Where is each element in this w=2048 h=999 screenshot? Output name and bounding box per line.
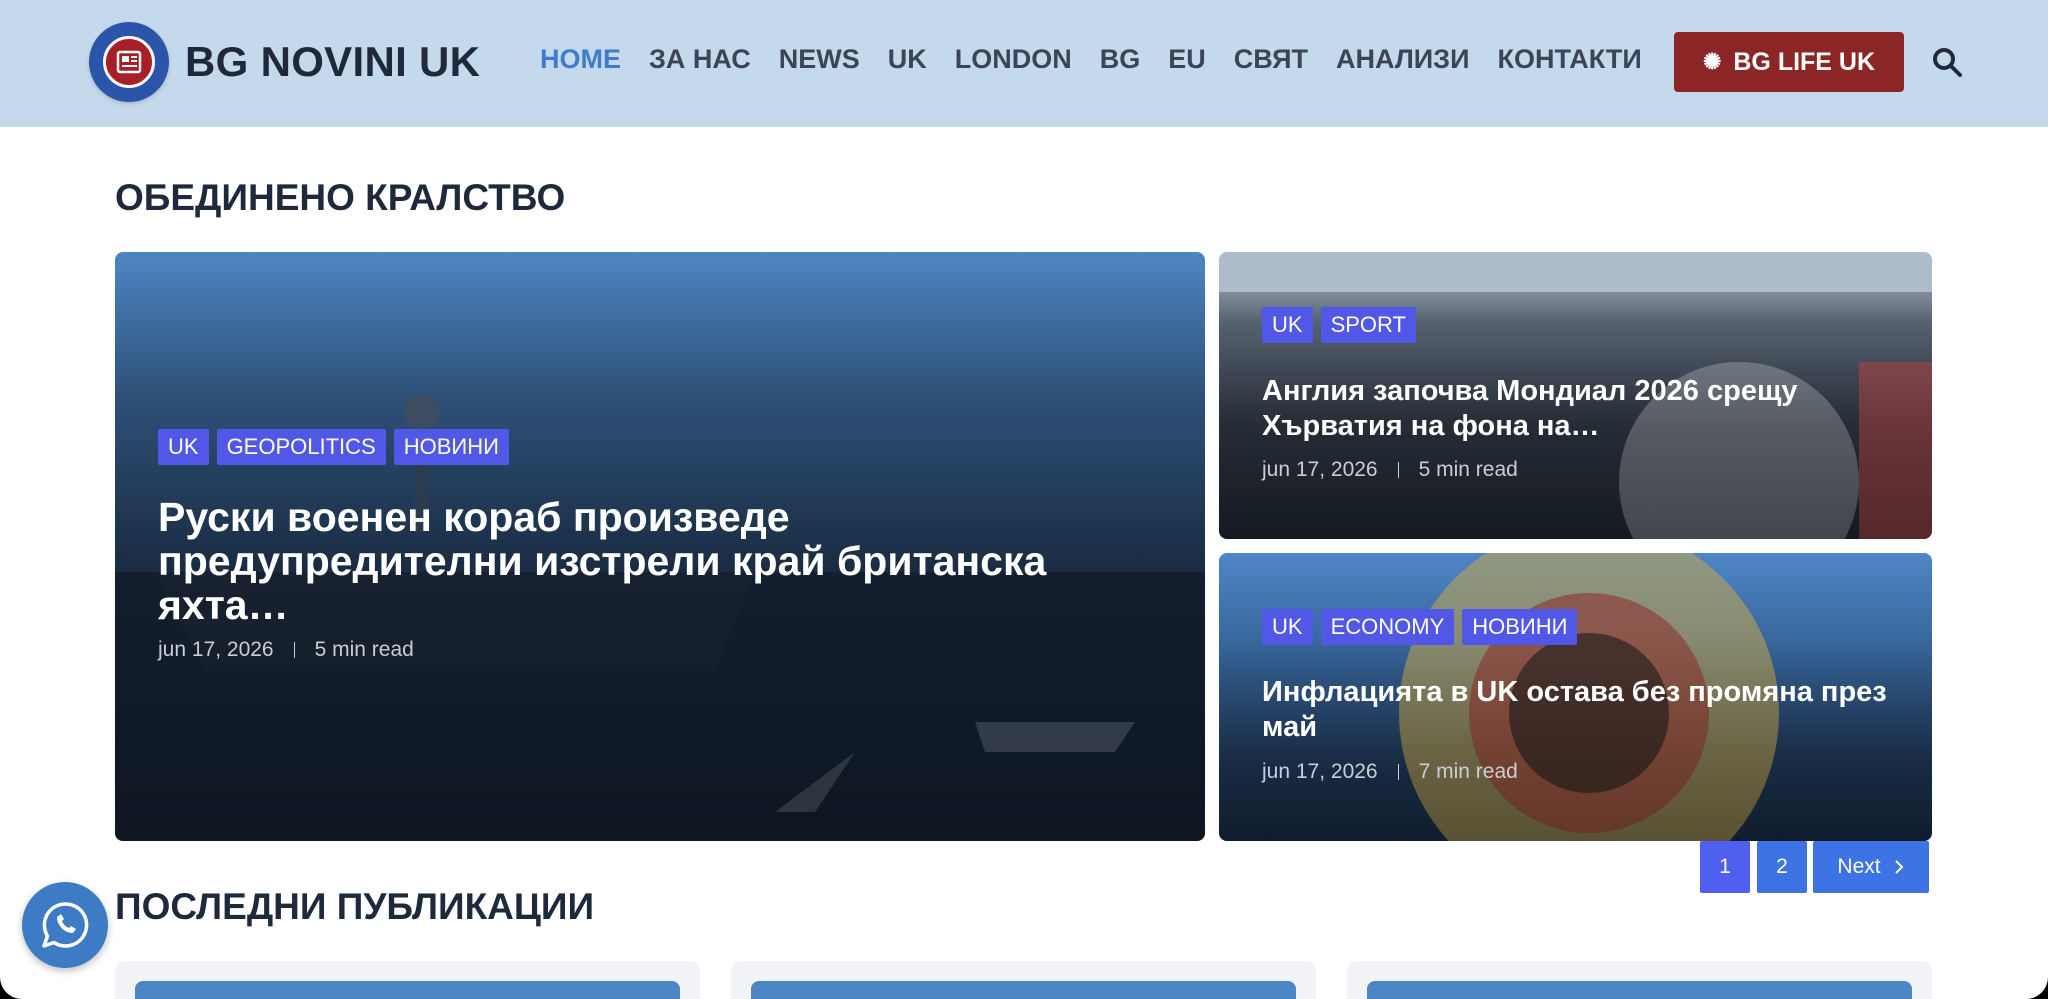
latest-article-card[interactable] bbox=[1347, 961, 1932, 999]
nav-bg[interactable]: BG bbox=[1100, 44, 1141, 75]
nav-news[interactable]: NEWS bbox=[779, 44, 860, 75]
article-date: jun 17, 2026 bbox=[1262, 760, 1378, 783]
article-meta: jun 17, 2026 5 min read bbox=[158, 638, 414, 662]
article-read-time: 5 min read bbox=[1418, 458, 1518, 481]
tag-uk[interactable]: UK bbox=[158, 429, 209, 465]
nav-about[interactable]: ЗА НАС bbox=[649, 44, 751, 75]
latest-article-card[interactable] bbox=[731, 961, 1316, 999]
nav-uk[interactable]: UK bbox=[888, 44, 927, 75]
tag-news[interactable]: НОВИНИ bbox=[393, 429, 509, 465]
tag-list: UK GEOPOLITICS НОВИНИ bbox=[158, 429, 509, 465]
nav-home[interactable]: HOME bbox=[540, 44, 621, 75]
article-title[interactable]: Руски военен кораб произведе предупредит… bbox=[158, 495, 1078, 627]
page: BG NOVINI UK HOME ЗА НАС NEWS UK LONDON … bbox=[0, 0, 2048, 999]
site-header: BG NOVINI UK HOME ЗА НАС NEWS UK LONDON … bbox=[0, 0, 2048, 127]
section-heading-latest: ПОСЛЕДНИ ПУБЛИКАЦИИ bbox=[115, 886, 595, 927]
bg-life-uk-button[interactable]: ✺ BG LIFE UK bbox=[1674, 32, 1904, 92]
nav-analysis[interactable]: АНАЛИЗИ bbox=[1336, 44, 1470, 75]
tag-news[interactable]: НОВИНИ bbox=[1462, 609, 1578, 645]
featured-article-card[interactable]: UK GEOPOLITICS НОВИНИ Руски военен кораб… bbox=[115, 252, 1205, 841]
whatsapp-icon[interactable] bbox=[22, 882, 108, 968]
sun-icon: ✺ bbox=[1702, 49, 1722, 74]
brand-name[interactable]: BG NOVINI UK bbox=[185, 38, 480, 86]
nav-contacts[interactable]: КОНТАКТИ bbox=[1498, 44, 1642, 75]
nav-eu[interactable]: EU bbox=[1168, 44, 1206, 75]
nav-london[interactable]: LONDON bbox=[955, 44, 1072, 75]
tag-geopolitics[interactable]: GEOPOLITICS bbox=[216, 429, 386, 465]
tag-sport[interactable]: SPORT bbox=[1320, 307, 1416, 343]
nav-world[interactable]: СВЯТ bbox=[1234, 44, 1308, 75]
latest-article-card[interactable] bbox=[115, 961, 700, 999]
tag-uk[interactable]: UK bbox=[1262, 609, 1313, 645]
article-meta: jun 17, 2026 7 min read bbox=[1262, 760, 1518, 784]
newspaper-icon bbox=[103, 36, 155, 88]
article-title[interactable]: Англия започва Мондиал 2026 срещу Хърват… bbox=[1262, 374, 1882, 444]
article-read-time: 5 min read bbox=[314, 638, 414, 661]
chevron-right-icon bbox=[1894, 860, 1904, 874]
article-meta: jun 17, 2026 5 min read bbox=[1262, 458, 1518, 482]
section-heading-uk: ОБЕДИНЕНО КРАЛСТВО bbox=[115, 177, 566, 218]
tag-uk[interactable]: UK bbox=[1262, 307, 1313, 343]
page-1-button[interactable]: 1 bbox=[1700, 841, 1750, 893]
article-card-sport[interactable]: UK SPORT Англия започва Мондиал 2026 сре… bbox=[1219, 252, 1932, 539]
tag-list: UK ECONOMY НОВИНИ bbox=[1262, 609, 1578, 645]
article-title[interactable]: Инфлацията в UK остава без промяна през … bbox=[1262, 675, 1902, 745]
cta-label: BG LIFE UK bbox=[1733, 47, 1876, 76]
article-read-time: 7 min read bbox=[1418, 760, 1518, 783]
tag-list: UK SPORT bbox=[1262, 307, 1416, 343]
page-2-button[interactable]: 2 bbox=[1757, 841, 1807, 893]
site-logo[interactable] bbox=[89, 22, 169, 102]
article-card-economy[interactable]: UK ECONOMY НОВИНИ Инфлацията в UK остава… bbox=[1219, 553, 1932, 841]
tag-economy[interactable]: ECONOMY bbox=[1320, 609, 1455, 645]
article-date: jun 17, 2026 bbox=[158, 638, 274, 661]
next-page-button[interactable]: Next bbox=[1813, 841, 1929, 893]
next-label: Next bbox=[1837, 855, 1881, 878]
search-icon[interactable] bbox=[1930, 45, 1964, 79]
main-nav: HOME ЗА НАС NEWS UK LONDON BG EU СВЯТ АН… bbox=[540, 44, 1670, 75]
article-date: jun 17, 2026 bbox=[1262, 458, 1378, 481]
